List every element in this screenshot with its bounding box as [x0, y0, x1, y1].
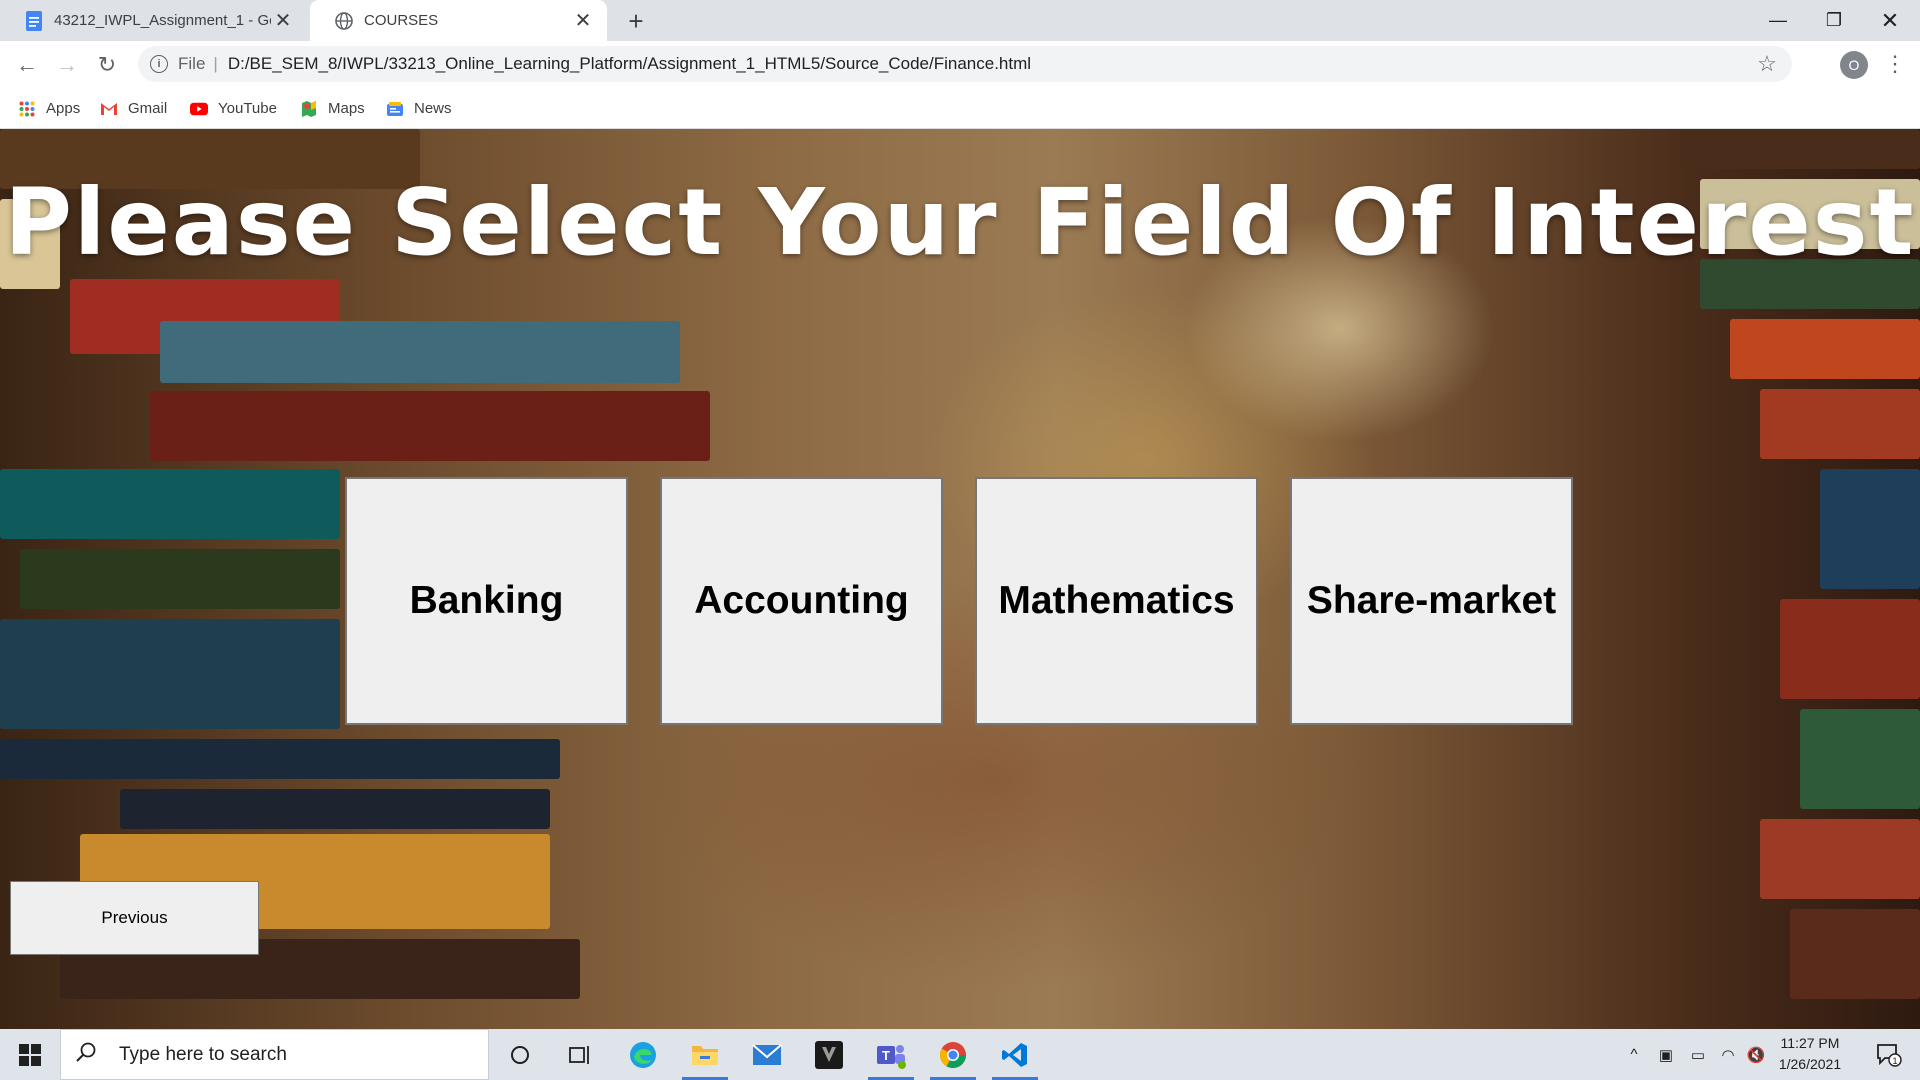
tab-courses[interactable]: COURSES ✕: [310, 0, 607, 41]
bookmarks-bar: Apps Gmail YouTube Maps News: [0, 88, 1920, 129]
book-spine: [1790, 909, 1920, 999]
book-spine: [1800, 709, 1920, 809]
book-spine: [150, 391, 710, 461]
wifi-icon[interactable]: ◠: [1714, 1029, 1742, 1080]
course-banking-button[interactable]: Banking: [345, 477, 628, 725]
system-clock[interactable]: 11:27 PM 1/26/2021: [1770, 1033, 1850, 1075]
google-docs-icon: [24, 10, 44, 31]
clock-time: 11:27 PM: [1780, 1035, 1840, 1051]
book-spine: [20, 549, 340, 609]
course-mathematics-button[interactable]: Mathematics: [975, 477, 1258, 725]
reload-icon[interactable]: ↻: [90, 48, 124, 82]
volume-muted-icon[interactable]: 🔇: [1742, 1029, 1770, 1080]
globe-icon: [334, 11, 354, 31]
battery-icon[interactable]: ▭: [1684, 1029, 1712, 1080]
book-spine: [0, 619, 340, 729]
maps-icon: [300, 100, 318, 118]
book-spine: [1820, 469, 1920, 589]
notification-center-icon[interactable]: 1: [1864, 1029, 1914, 1080]
address-bar[interactable]: i File | D:/BE_SEM_8/IWPL/33213_Online_L…: [138, 46, 1792, 82]
profile-avatar[interactable]: O: [1840, 51, 1868, 79]
windows-start-icon[interactable]: [0, 1029, 60, 1080]
bookmark-label: News: [414, 100, 452, 117]
info-icon[interactable]: i: [150, 55, 168, 73]
browser-toolbar: ← → ↻ i File | D:/BE_SEM_8/IWPL/33213_On…: [0, 41, 1920, 88]
teams-icon[interactable]: T: [860, 1029, 922, 1080]
show-hidden-icons-icon[interactable]: ^: [1620, 1029, 1648, 1080]
chrome-icon[interactable]: [922, 1029, 984, 1080]
book-spine: [1780, 599, 1920, 699]
mail-icon[interactable]: [736, 1029, 798, 1080]
new-tab-icon[interactable]: +: [622, 6, 650, 36]
book-spine: [160, 321, 680, 383]
book-spine: [1730, 319, 1920, 379]
predator-icon[interactable]: [798, 1029, 860, 1080]
close-tab-icon[interactable]: ✕: [271, 9, 295, 33]
url-text[interactable]: D:/BE_SEM_8/IWPL/33213_Online_Learning_P…: [228, 54, 1752, 74]
course-share-market-button[interactable]: Share-market: [1290, 477, 1573, 725]
bookmark-news[interactable]: News: [386, 88, 452, 129]
book-spine: [1680, 129, 1920, 169]
taskbar: Type here to search T ^ ▣ ▭ ◠ 🔇 11:27 PM…: [0, 1029, 1920, 1080]
book-spine: [1760, 389, 1920, 459]
tab-assignment-doc[interactable]: 43212_IWPL_Assignment_1 - Goo ✕: [0, 0, 307, 41]
book-spine: [0, 469, 340, 539]
course-accounting-button[interactable]: Accounting: [660, 477, 943, 725]
svg-text:T: T: [882, 1048, 890, 1063]
minimize-icon[interactable]: —: [1750, 0, 1806, 41]
more-menu-icon[interactable]: ⋮: [1880, 49, 1910, 79]
news-icon: [386, 100, 404, 118]
back-icon[interactable]: ←: [10, 48, 44, 82]
book-spine: [120, 789, 550, 829]
close-window-icon[interactable]: ✕: [1862, 0, 1918, 41]
clock-date: 1/26/2021: [1778, 1056, 1842, 1072]
bookmark-label: Apps: [46, 100, 81, 117]
task-view-icon[interactable]: [549, 1029, 611, 1080]
bookmark-star-icon[interactable]: ☆: [1752, 51, 1782, 77]
tab-strip: 43212_IWPL_Assignment_1 - Goo ✕ COURSES …: [0, 0, 1920, 41]
gmail-icon: [100, 100, 118, 118]
search-placeholder: Type here to search: [119, 1043, 287, 1065]
restore-icon[interactable]: ❐: [1806, 0, 1862, 41]
search-icon: [75, 1041, 105, 1069]
meet-now-icon[interactable]: ▣: [1652, 1029, 1680, 1080]
page-title: Please Select Your Field Of Interest: [4, 169, 1916, 276]
page-background: Please Select Your Field Of Interest Ban…: [0, 129, 1920, 1029]
book-spine: [1760, 819, 1920, 899]
apps-grid-icon: [18, 100, 36, 118]
book-spine: [0, 739, 560, 779]
url-scheme: File: [178, 54, 206, 73]
taskbar-search-input[interactable]: Type here to search: [60, 1029, 489, 1080]
url-separator: |: [213, 54, 218, 73]
file-explorer-icon[interactable]: [674, 1029, 736, 1080]
youtube-icon: [190, 100, 208, 118]
edge-icon[interactable]: [612, 1029, 674, 1080]
previous-button[interactable]: Previous: [10, 881, 259, 955]
bookmark-youtube[interactable]: YouTube: [190, 88, 277, 129]
vscode-icon[interactable]: [984, 1029, 1046, 1080]
tab-title: 43212_IWPL_Assignment_1 - Goo: [54, 12, 271, 29]
bookmark-label: YouTube: [218, 100, 277, 117]
close-tab-icon[interactable]: ✕: [571, 9, 595, 33]
forward-icon[interactable]: →: [50, 48, 84, 82]
bookmark-label: Maps: [328, 100, 365, 117]
bookmark-gmail[interactable]: Gmail: [100, 88, 167, 129]
bookmark-apps[interactable]: Apps: [18, 88, 80, 129]
bookmark-label: Gmail: [128, 100, 168, 117]
tab-title: COURSES: [364, 12, 439, 29]
notification-count: 1: [1892, 1056, 1897, 1066]
cortana-icon[interactable]: [489, 1029, 551, 1080]
bookmark-maps[interactable]: Maps: [300, 88, 365, 129]
